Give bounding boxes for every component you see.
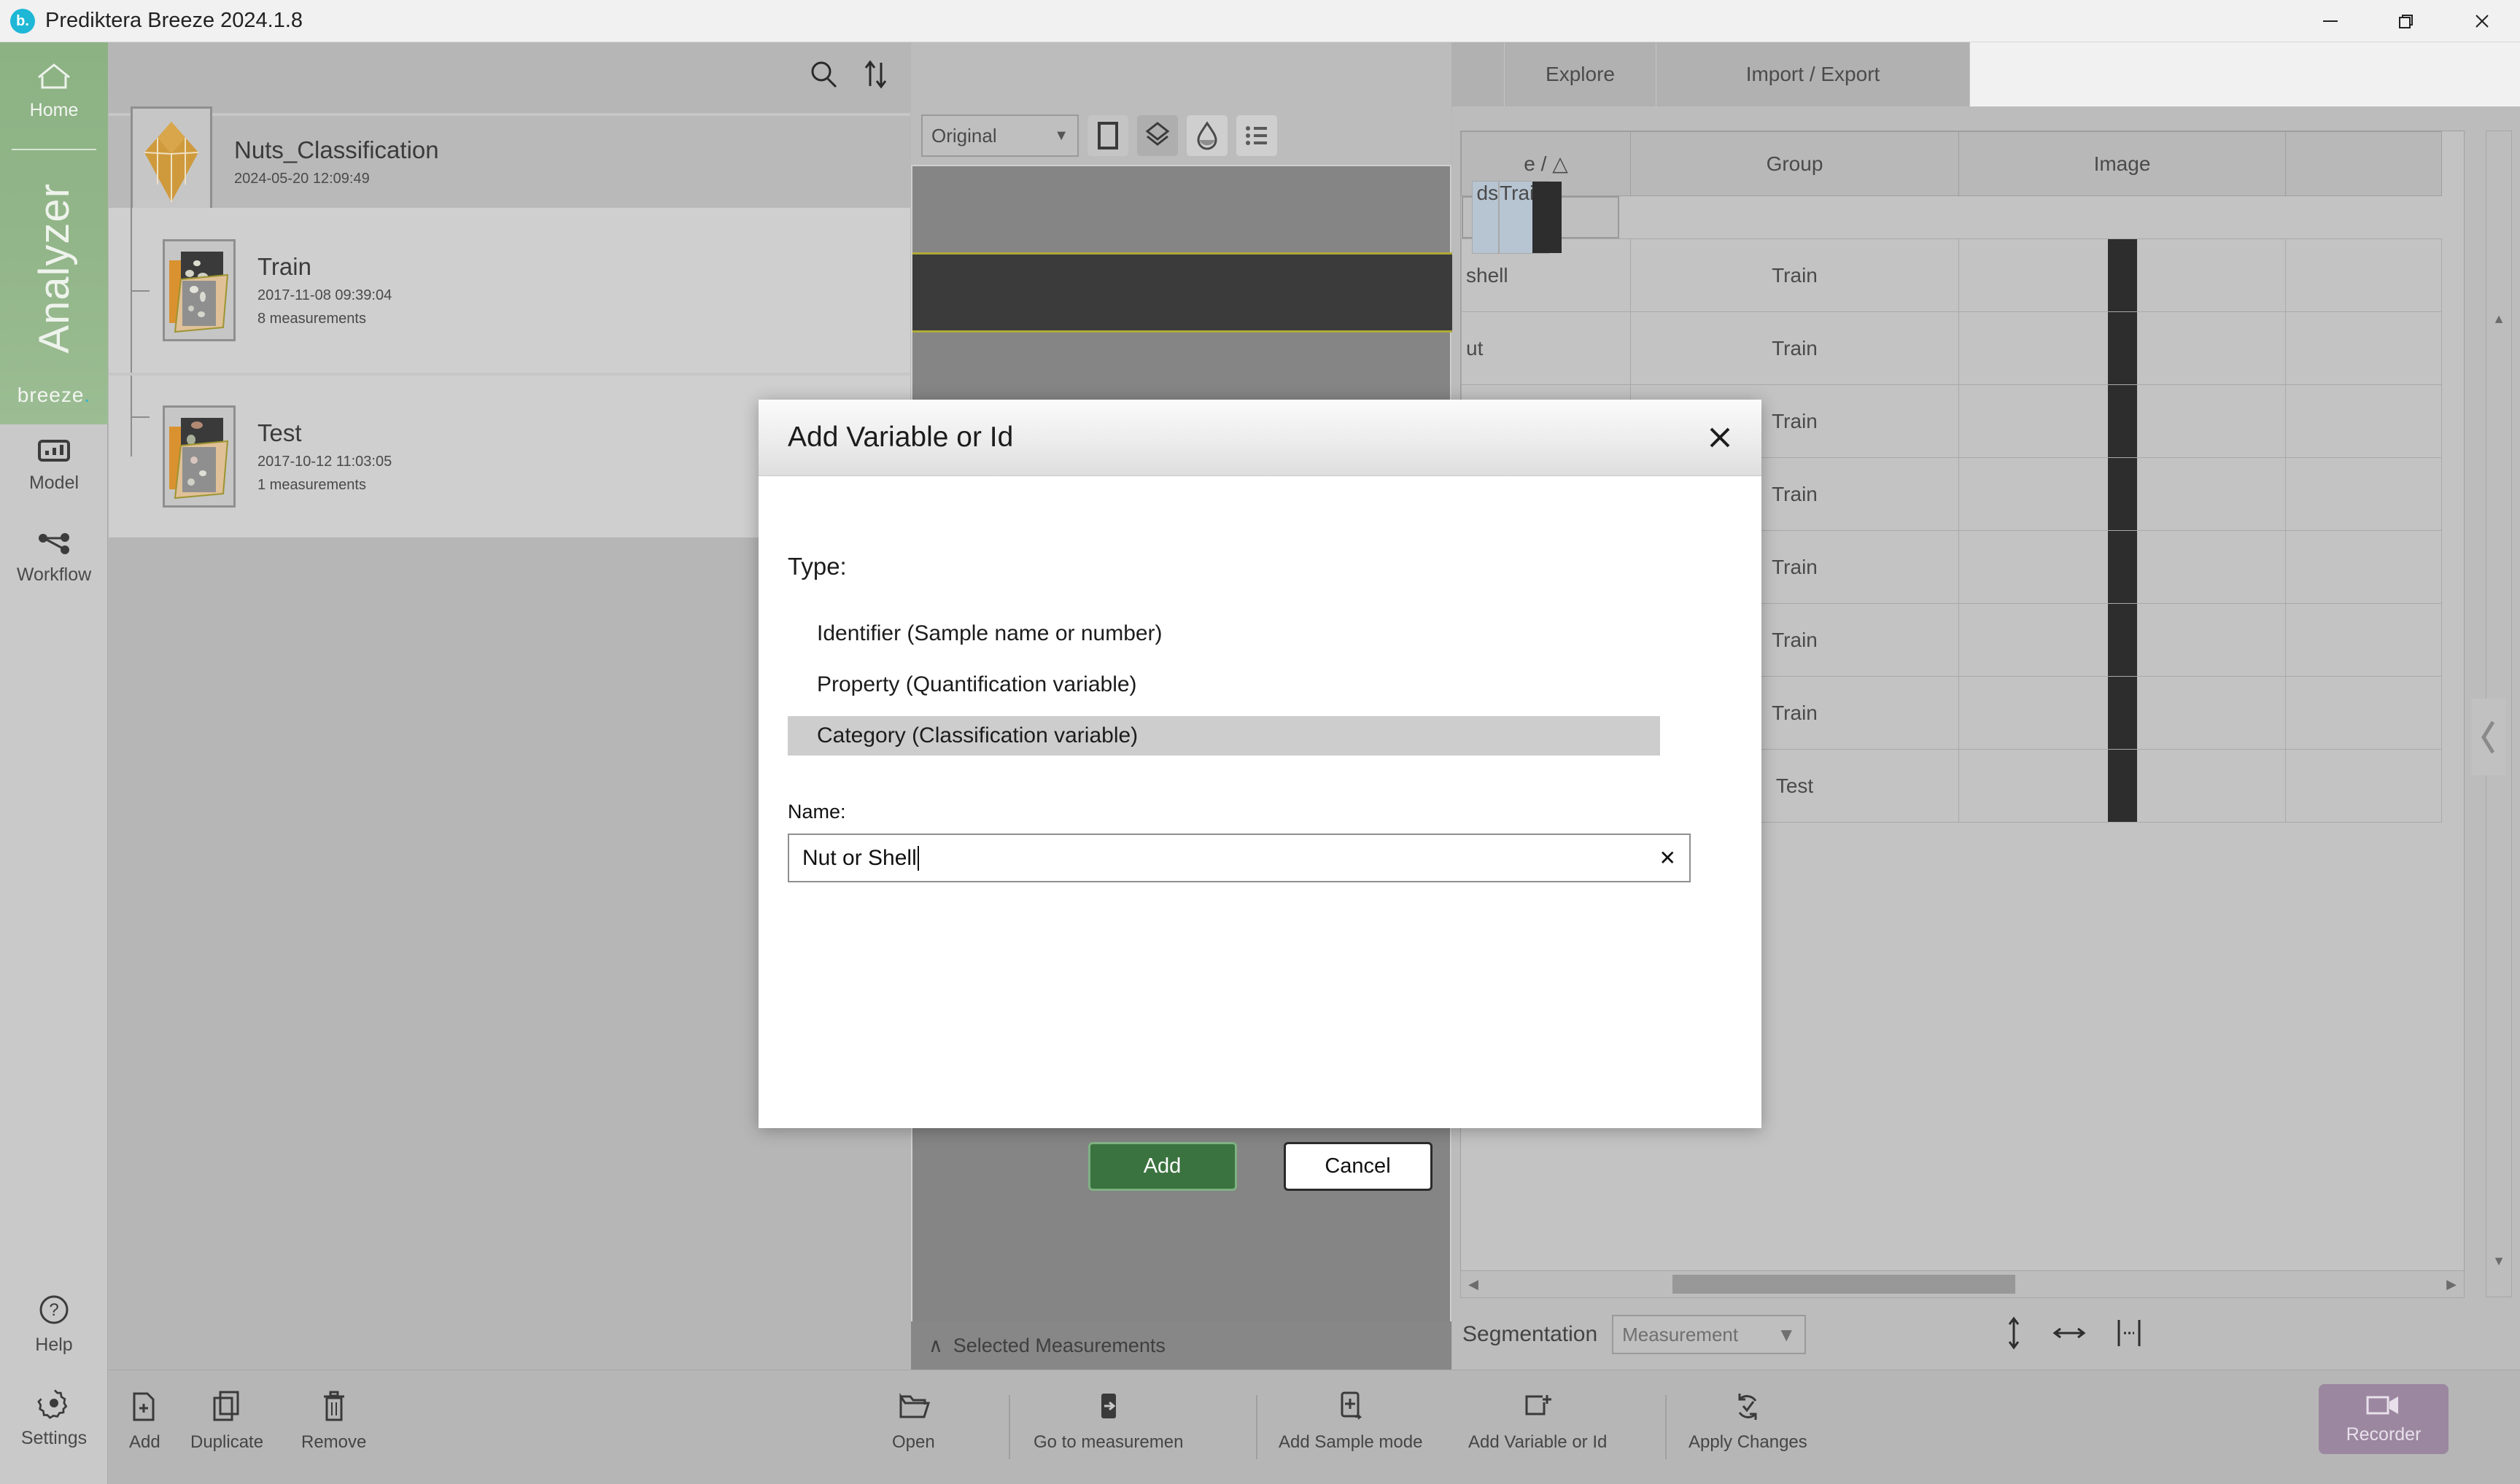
type-label: Type: <box>788 553 1732 580</box>
type-option-list: Identifier (Sample name or number) Prope… <box>788 614 1732 755</box>
add-variable-dialog: Add Variable or Id Type: Identifier (Sam… <box>759 400 1761 1128</box>
type-option-identifier[interactable]: Identifier (Sample name or number) <box>788 614 1732 653</box>
type-option-property[interactable]: Property (Quantification variable) <box>788 665 1732 704</box>
clear-icon[interactable]: ✕ <box>1659 846 1676 870</box>
dialog-actions: Add Cancel <box>759 1142 1761 1191</box>
cancel-button[interactable]: Cancel <box>1284 1142 1432 1191</box>
name-label: Name: <box>788 801 1732 823</box>
text-cursor <box>918 846 919 871</box>
dialog-header: Add Variable or Id <box>759 400 1761 476</box>
application-window: b. Prediktera Breeze 2024.1.8 Home Analy… <box>0 0 2520 1484</box>
add-button[interactable]: Add <box>1088 1142 1237 1191</box>
dialog-title: Add Variable or Id <box>788 421 1013 454</box>
dialog-body: Type: Identifier (Sample name or number)… <box>759 553 1761 882</box>
name-input-value: Nut or Shell <box>802 846 917 871</box>
type-option-category[interactable]: Category (Classification variable) <box>788 716 1660 755</box>
name-input[interactable]: Nut or Shell ✕ <box>788 834 1691 882</box>
close-icon[interactable] <box>1696 413 1744 462</box>
